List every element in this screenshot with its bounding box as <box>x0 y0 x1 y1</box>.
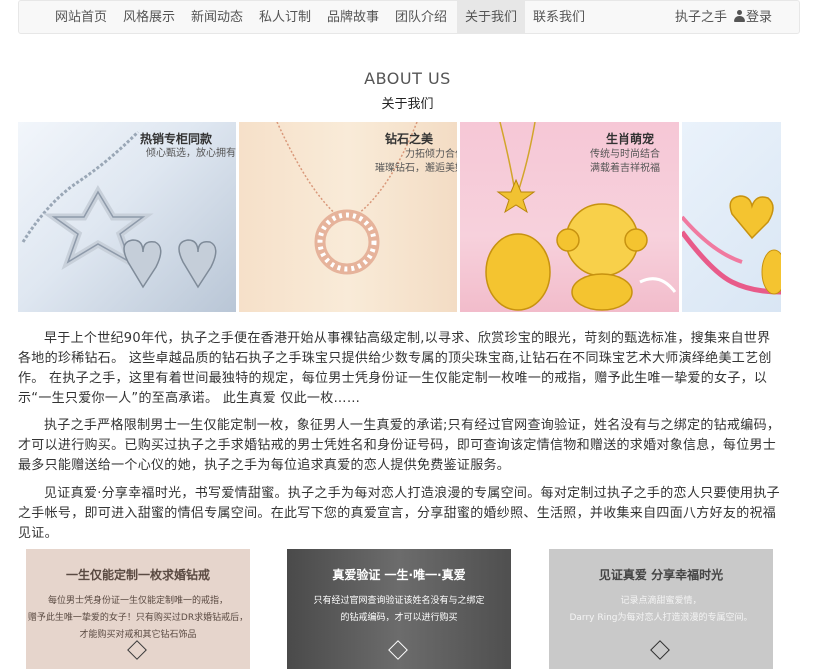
user-icon <box>734 10 745 22</box>
card-1-text: 每位男士凭身份证一生仅能定制唯一的戒指， 赠予此生唯一挚爱的女子！只有购买过DR… <box>27 596 249 640</box>
nav-brand-story[interactable]: 品牌故事 <box>321 1 385 34</box>
card-2-title: 真爱验证 一生·唯一·真爱 <box>332 568 466 582</box>
feature-card-verification[interactable]: 真爱验证 一生·唯一·真爱 只有经过官网查询验证该姓名没有与之绑定 的钻戒编码，… <box>287 549 511 669</box>
bracelet-image <box>682 195 781 295</box>
banner-2-title: 钻石之美 <box>385 132 434 146</box>
nav-contact[interactable]: 联系我们 <box>527 1 591 34</box>
nav-home[interactable]: 网站首页 <box>49 1 113 34</box>
card-3-title: 见证真爱 分享幸福时光 <box>598 568 724 582</box>
intro-paragraph-3: 见证真爱·分享幸福时光，书写爱情甜蜜。执子之手为每对恋人打造浪漫的专属空间。每对… <box>18 486 780 541</box>
banner-3-subtitle: 传统与时尚结合 满载着吉祥祝福 <box>590 149 660 174</box>
feature-card-share-happiness[interactable]: 见证真爱 分享幸福时光 记录点滴甜蜜爱情， Darry Ring为每对恋人打造浪… <box>549 549 773 669</box>
nav-about-us[interactable]: 关于我们 <box>457 1 525 34</box>
card-3-text: 记录点滴甜蜜爱情， Darry Ring为每对恋人打造浪漫的专属空间。 <box>569 596 753 623</box>
intro-paragraph-1: 早于上个世纪90年代，执子之手便在香港开始从事裸钻高级定制,以寻求、欣赏珍宝的眼… <box>18 331 772 406</box>
banner-1-title: 热销专柜同款 <box>140 132 213 146</box>
card-1-title: 一生仅能定制一枚求婚钻戒 <box>65 568 210 582</box>
banner-3-title: 生肖萌宠 <box>606 132 655 146</box>
banner-1-subtitle: 倾心甄选，放心拥有 <box>146 148 236 159</box>
login-label: 登录 <box>746 10 773 25</box>
section-title-en: ABOUT US <box>364 69 451 88</box>
section-title-cn: 关于我们 <box>381 97 434 112</box>
nav-custom[interactable]: 私人订制 <box>253 1 317 34</box>
nav-username[interactable]: 执子之手 <box>675 1 727 34</box>
nav-login-link[interactable]: 登录 <box>734 1 772 34</box>
nav-team[interactable]: 团队介绍 <box>389 1 453 34</box>
diamond-icon <box>650 640 670 660</box>
diamond-icon <box>388 640 408 660</box>
banner-diamond-pendant[interactable]: 钻石之美 力拓倾力合作 璀璨钻石，邂逅美好 <box>239 122 457 312</box>
banner-2-subtitle: 力拓倾力合作 璀璨钻石，邂逅美好 <box>375 149 457 174</box>
nav-news[interactable]: 新闻动态 <box>185 1 249 34</box>
feature-card-custom-ring[interactable]: 一生仅能定制一枚求婚钻戒 每位男士凭身份证一生仅能定制唯一的戒指， 赠予此生唯一… <box>26 549 250 669</box>
nav-style-showcase[interactable]: 风格展示 <box>117 1 181 34</box>
banner-zodiac-gold[interactable]: 生肖萌宠 传统与时尚结合 满载着吉祥祝福 <box>460 122 679 312</box>
banner-gold-heart-bracelet[interactable] <box>682 122 781 312</box>
intro-paragraph-2: 执子之手严格限制男士一生仅能定制一枚，象征男人一生真爱的承诺;只有经过官网查询验… <box>18 418 781 473</box>
banner-silver-earrings[interactable]: 热销专柜同款 倾心甄选，放心拥有 <box>18 122 236 312</box>
top-navbar: 网站首页 风格展示 新闻动态 私人订制 品牌故事 团队介绍 关于我们 联系我们 … <box>18 0 800 34</box>
card-2-text: 只有经过官网查询验证该姓名没有与之绑定 的钻戒编码，才可以进行购买 <box>313 596 485 623</box>
